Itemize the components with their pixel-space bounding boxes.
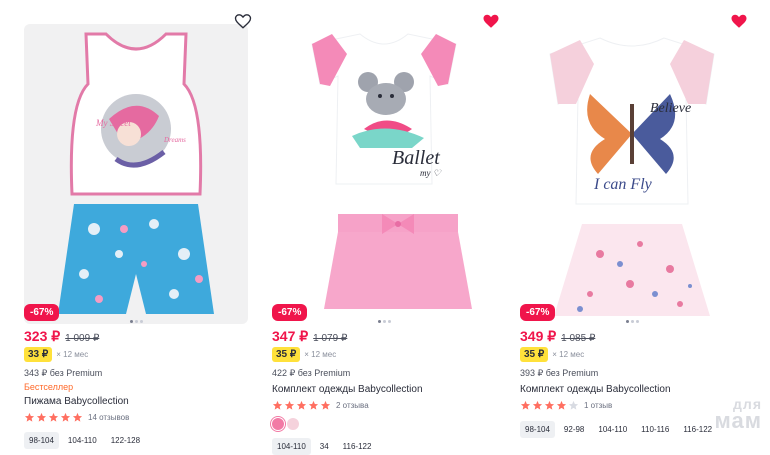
favorite-heart-icon[interactable] [234, 12, 252, 30]
star-icon [48, 412, 59, 422]
old-price: 1 079 ₽ [313, 333, 348, 344]
size-option[interactable]: 98-104 [520, 421, 555, 438]
rating[interactable]: 14 отзывов [24, 412, 129, 423]
star-icon [60, 412, 71, 422]
star-icon [24, 412, 35, 422]
star-icon [556, 400, 567, 410]
installment-price: 33 ₽ [24, 347, 53, 362]
svg-text:Believe: Believe [650, 101, 691, 116]
product-card[interactable]: Ballet my ♡ -67% 347 ₽ 1 079 ₽ 35 ₽ × 12… [266, 8, 502, 455]
installment-term: × 12 мес [552, 350, 585, 359]
image-pagination[interactable] [130, 320, 143, 323]
svg-text:My Sweet: My Sweet [95, 118, 131, 128]
watermark-logo: для мам [714, 397, 763, 434]
size-list: 104-110 34 116-122 [272, 438, 376, 455]
size-option[interactable]: 104-110 [272, 438, 311, 455]
installment-price: 35 ₽ [520, 347, 549, 362]
reviews-count[interactable]: 1 отзыв [584, 401, 612, 410]
favorite-heart-icon[interactable] [482, 12, 500, 30]
star-icon [320, 400, 331, 410]
discount-badge: -67% [520, 304, 556, 321]
size-option[interactable]: 116-122 [678, 421, 717, 438]
star-icon [308, 400, 319, 410]
image-pagination[interactable] [378, 320, 391, 323]
star-icon [284, 400, 295, 410]
product-image[interactable]: Ballet my ♡ [272, 24, 496, 324]
rating-stars [24, 412, 83, 423]
current-price: 323 ₽ [24, 328, 61, 344]
svg-text:Ballet: Ballet [392, 147, 440, 169]
star-icon [544, 400, 555, 410]
installment-price: 35 ₽ [272, 347, 301, 362]
installment-term: × 12 мес [304, 350, 337, 359]
size-option[interactable]: 116-122 [338, 438, 377, 455]
favorite-heart-icon[interactable] [730, 12, 748, 30]
product-image[interactable]: Believe I can Fly [520, 24, 744, 324]
star-icon [296, 400, 307, 410]
old-price: 1 085 ₽ [561, 333, 596, 344]
reviews-count[interactable]: 2 отзыва [336, 401, 369, 410]
rating[interactable]: 1 отзыв [520, 400, 612, 411]
installment-row: 33 ₽ × 12 мес [24, 347, 88, 362]
installment-term: × 12 мес [56, 350, 89, 359]
product-card[interactable]: My Sweet Dreams -67% 323 ₽ 1 009 ₽ 33 ₽ … [18, 8, 254, 453]
svg-text:Dreams: Dreams [163, 136, 186, 144]
image-pagination[interactable] [626, 320, 639, 323]
color-swatch-pink[interactable] [272, 418, 284, 430]
star-icon [520, 400, 531, 410]
size-option[interactable]: 104-110 [63, 432, 102, 449]
size-list: 98-104 92-98 104-110 110-116 116-122 [520, 421, 717, 438]
size-option[interactable]: 34 [315, 438, 334, 455]
size-option[interactable]: 122-128 [106, 432, 145, 449]
size-option[interactable]: 98-104 [24, 432, 59, 449]
color-swatches [272, 418, 299, 430]
old-price: 1 009 ₽ [65, 333, 100, 344]
installment-row: 35 ₽ × 12 мес [520, 347, 584, 362]
product-image[interactable]: My Sweet Dreams [24, 24, 248, 324]
star-icon [36, 412, 47, 422]
reviews-count[interactable]: 14 отзывов [88, 413, 129, 422]
premium-price: 393 ₽ без Premium [520, 368, 599, 378]
price-row: 349 ₽ 1 085 ₽ [520, 328, 595, 345]
price-row: 323 ₽ 1 009 ₽ [24, 328, 99, 345]
product-title[interactable]: Комплект одежды Babycollection [272, 384, 423, 395]
current-price: 347 ₽ [272, 328, 309, 344]
star-icon [72, 412, 83, 422]
size-list: 98-104 104-110 122-128 [24, 432, 145, 449]
premium-price: 343 ₽ без Premium [24, 368, 103, 378]
watermark-line2: мам [714, 408, 762, 434]
size-option[interactable]: 92-98 [559, 421, 589, 438]
discount-badge: -67% [272, 304, 308, 321]
rating[interactable]: 2 отзыва [272, 400, 369, 411]
star-icon [532, 400, 543, 410]
bestseller-badge: Бестселлер [24, 382, 74, 392]
svg-text:my ♡: my ♡ [420, 168, 442, 178]
product-card[interactable]: Believe I can Fly -67% 349 ₽ 1 085 ₽ 35 … [514, 8, 750, 453]
color-swatch-light[interactable] [287, 418, 299, 430]
svg-text:I can Fly: I can Fly [593, 176, 653, 193]
discount-badge: -67% [24, 304, 60, 321]
product-grid: My Sweet Dreams -67% 323 ₽ 1 009 ₽ 33 ₽ … [0, 0, 770, 455]
rating-stars [272, 400, 331, 411]
star-icon [272, 400, 283, 410]
size-option[interactable]: 104-110 [593, 421, 632, 438]
product-title[interactable]: Комплект одежды Babycollection [520, 384, 671, 395]
rating-stars [520, 400, 579, 411]
premium-price: 422 ₽ без Premium [272, 368, 351, 378]
price-row: 347 ₽ 1 079 ₽ [272, 328, 347, 345]
product-title[interactable]: Пижама Babycollection [24, 396, 129, 407]
installment-row: 35 ₽ × 12 мес [272, 347, 336, 362]
star-icon [568, 400, 579, 410]
current-price: 349 ₽ [520, 328, 557, 344]
size-option[interactable]: 110-116 [636, 421, 674, 438]
